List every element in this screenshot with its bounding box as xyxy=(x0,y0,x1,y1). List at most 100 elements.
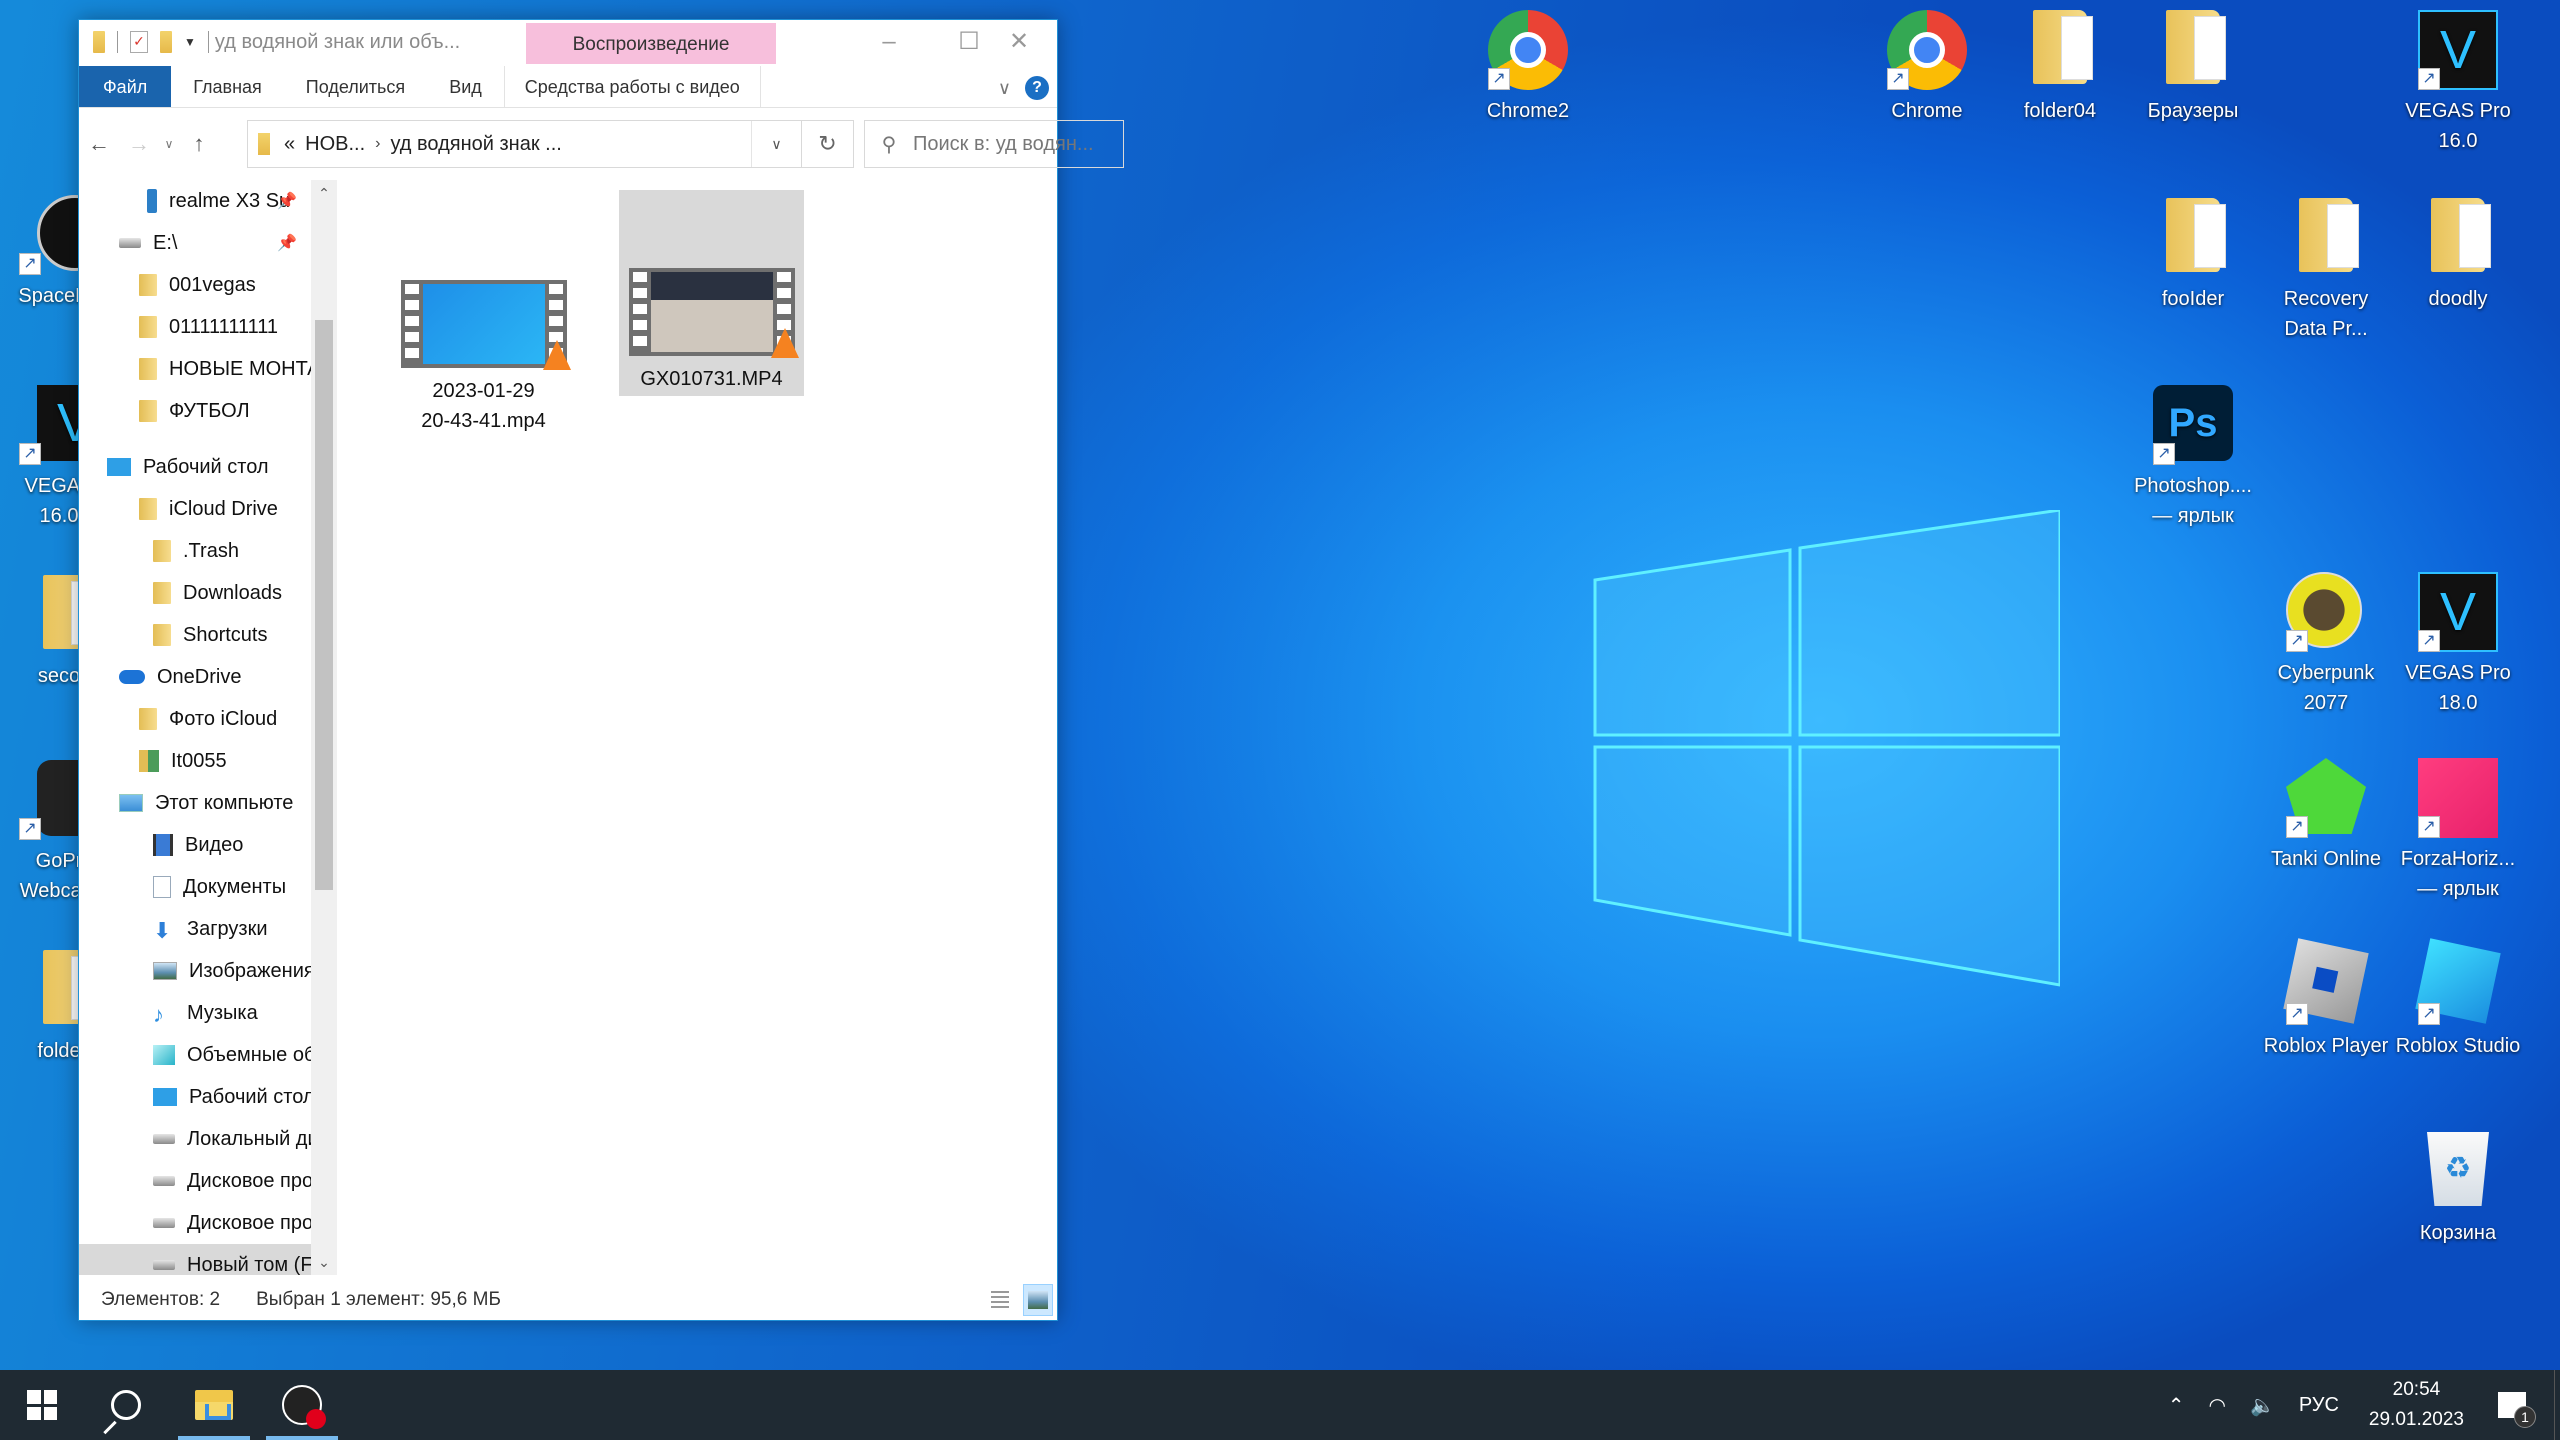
desktop-icon-tanki-online[interactable]: ↗ Tanki Online xyxy=(2261,758,2391,874)
new-folder-icon[interactable] xyxy=(160,31,172,53)
breadcrumb-segment[interactable]: уд водяной знак ... xyxy=(390,133,561,156)
minimize-button[interactable]: – xyxy=(849,20,929,64)
tab-file[interactable]: Файл xyxy=(79,66,172,107)
windows-start-icon xyxy=(27,1390,57,1420)
shortcut-arrow-icon: ↗ xyxy=(2418,630,2440,652)
tab-home[interactable]: Главная xyxy=(171,66,284,107)
nav-item[interactable]: Новый том (F xyxy=(79,1244,313,1276)
title-bar[interactable]: ✓ ▼ уд водяной знак или объ... Воспроизв… xyxy=(79,20,1057,64)
navigation-pane: realme X3 Su 📌 E:\ 📌 001vegas 01111111111 НОВЫ… xyxy=(79,180,341,1275)
desktop-icon-cyberpunk[interactable]: ↗ Cyberpunk 2077 xyxy=(2261,572,2391,718)
desktop-icon-chrome2[interactable]: ↗ Chrome2 xyxy=(1463,10,1593,126)
address-bar[interactable]: « НОВ... › уд водяной знак ... ∨ xyxy=(247,120,802,168)
desktop-icon-browsers[interactable]: Браузеры xyxy=(2128,10,2258,126)
wifi-icon[interactable]: ◠ xyxy=(2208,1393,2225,1418)
back-button[interactable]: ← xyxy=(79,131,119,157)
nav-item[interactable]: ФУТБОЛ xyxy=(79,390,311,432)
nav-item[interactable]: Shortcuts xyxy=(79,614,311,656)
shortcut-arrow-icon: ↗ xyxy=(2286,816,2308,838)
nav-item[interactable]: ♪ Музыка xyxy=(79,992,311,1034)
properties-icon[interactable]: ✓ xyxy=(130,31,148,53)
breadcrumb-separator[interactable]: › xyxy=(375,135,380,153)
nav-item[interactable]: Локальный ди xyxy=(79,1118,319,1160)
nav-item[interactable]: Дисковое про xyxy=(79,1160,314,1202)
nav-item[interactable]: Объемные об xyxy=(79,1034,315,1076)
tab-view[interactable]: Вид xyxy=(427,66,504,107)
desktop-icon-vegas16[interactable]: V ↗ VEGAS Pro 16.0 xyxy=(2393,10,2523,156)
language-indicator[interactable]: РУС xyxy=(2299,1394,2339,1417)
search-button[interactable] xyxy=(84,1370,168,1440)
nav-item[interactable]: Рабочий стол xyxy=(79,446,311,488)
desktop-icon-photoshop[interactable]: Ps ↗ Photoshop.... — ярлык xyxy=(2128,385,2258,531)
scroll-down-arrow-icon[interactable]: ⌄ xyxy=(311,1249,337,1275)
nav-item[interactable]: Фото iCloud xyxy=(79,698,311,740)
desktop-icon-roblox-studio[interactable]: ↗ Roblox Studio xyxy=(2393,938,2523,1061)
desktop-icon-foolder[interactable]: fooIder xyxy=(2128,198,2258,314)
user-folder-icon xyxy=(139,750,159,772)
nav-item[interactable]: 01111111111 xyxy=(79,306,311,348)
quick-access-toolbar: ✓ ▼ xyxy=(79,20,209,64)
desktop-icon-label: Корзина xyxy=(2419,1222,2497,1244)
file-item[interactable]: 2023-01-29 20-43-41.mp4 xyxy=(391,280,576,436)
forward-button[interactable]: → xyxy=(119,131,159,157)
large-icons-view-button[interactable] xyxy=(1023,1284,1053,1316)
navigation-pane-scrollbar[interactable]: ⌃ ⌄ xyxy=(311,180,337,1275)
shortcut-arrow-icon: ↗ xyxy=(1488,68,1510,90)
expand-ribbon-chevron-icon[interactable]: ∨ xyxy=(998,78,1011,99)
nav-item[interactable]: Изображения xyxy=(79,950,315,992)
nav-item[interactable]: Рабочий стол xyxy=(79,1076,315,1118)
desktop-icon-recovery[interactable]: Recovery Data Pr... xyxy=(2261,198,2391,344)
close-button[interactable]: ✕ xyxy=(979,20,1059,64)
desktop-icon-roblox-player[interactable]: ↗ Roblox Player xyxy=(2261,938,2391,1061)
start-button[interactable] xyxy=(0,1370,84,1440)
taskbar-file-explorer[interactable] xyxy=(172,1370,256,1440)
details-view-button[interactable] xyxy=(985,1284,1015,1316)
nav-item[interactable]: Этот компьюте xyxy=(79,782,311,824)
address-dropdown-chevron-icon[interactable]: ∨ xyxy=(751,121,801,167)
folder-icon xyxy=(2166,198,2226,272)
nav-item[interactable]: НОВЫЕ МОНТА xyxy=(79,348,321,390)
nav-item[interactable]: Видео xyxy=(79,824,311,866)
nav-item[interactable]: Downloads xyxy=(79,572,311,614)
desktop-icon-vegas18[interactable]: V ↗ VEGAS Pro 18.0 xyxy=(2393,572,2523,718)
nav-item[interactable]: ⬇ Загрузки xyxy=(79,908,311,950)
search-input[interactable]: ⚲ Поиск в: уд водян... xyxy=(864,120,1124,168)
tab-video-tools[interactable]: Средства работы с видео xyxy=(503,66,761,107)
nav-item[interactable]: realme X3 Su 📌 xyxy=(79,180,311,222)
drive-icon xyxy=(153,1218,175,1228)
nav-item[interactable]: Дисковое про xyxy=(79,1202,313,1244)
customize-qat-dropdown[interactable]: ▼ xyxy=(184,35,196,49)
tab-share[interactable]: Поделиться xyxy=(284,66,427,107)
nav-item[interactable]: 001vegas xyxy=(79,264,311,306)
help-icon[interactable]: ? xyxy=(1025,76,1049,100)
up-button[interactable]: ↑ xyxy=(179,131,219,157)
breadcrumb-overflow[interactable]: « xyxy=(284,133,295,156)
desktop-icon-recycle-bin[interactable]: ♻ Корзина xyxy=(2393,1132,2523,1248)
nav-item[interactable]: .Trash xyxy=(79,530,311,572)
file-item-selected[interactable]: GX010731.MP4 xyxy=(619,190,804,396)
breadcrumb-segment[interactable]: НОВ... xyxy=(305,133,365,156)
clock[interactable]: 20:54 29.01.2023 xyxy=(2369,1375,2464,1435)
desktop-icon-doodly[interactable]: doodly xyxy=(2393,198,2523,314)
desktop-icon-chrome[interactable]: ↗ Chrome xyxy=(1862,10,1992,126)
recent-locations-dropdown[interactable]: ∨ xyxy=(159,137,179,151)
documents-icon xyxy=(153,876,171,898)
taskbar-obs-studio[interactable] xyxy=(260,1370,344,1440)
nav-item-label: Дисковое про xyxy=(187,1169,314,1192)
nav-item[interactable]: E:\ 📌 xyxy=(79,222,311,264)
action-center-button[interactable]: 1 xyxy=(2498,1392,2536,1428)
scrollbar-thumb[interactable] xyxy=(315,320,333,890)
volume-icon[interactable]: 🔈 xyxy=(2250,1393,2275,1418)
nav-item-label: Новый том (F xyxy=(187,1253,313,1276)
nav-item[interactable]: OneDrive xyxy=(79,656,311,698)
desktop-icon-forza-horizon[interactable]: ↗ ForzaHoriz... — ярлык xyxy=(2393,758,2523,904)
show-desktop-button[interactable] xyxy=(2554,1370,2560,1440)
scroll-up-arrow-icon[interactable]: ⌃ xyxy=(311,180,337,206)
refresh-button[interactable]: ↻ xyxy=(802,120,854,168)
show-hidden-icons-chevron-icon[interactable]: ⌃ xyxy=(2168,1393,2185,1418)
nav-item[interactable]: iCloud Drive xyxy=(79,488,311,530)
desktop-icon-folder04[interactable]: folder04 xyxy=(1995,10,2125,126)
video-thumbnail xyxy=(400,280,571,370)
nav-item[interactable]: It0055 xyxy=(79,740,311,782)
nav-item[interactable]: Документы xyxy=(79,866,311,908)
